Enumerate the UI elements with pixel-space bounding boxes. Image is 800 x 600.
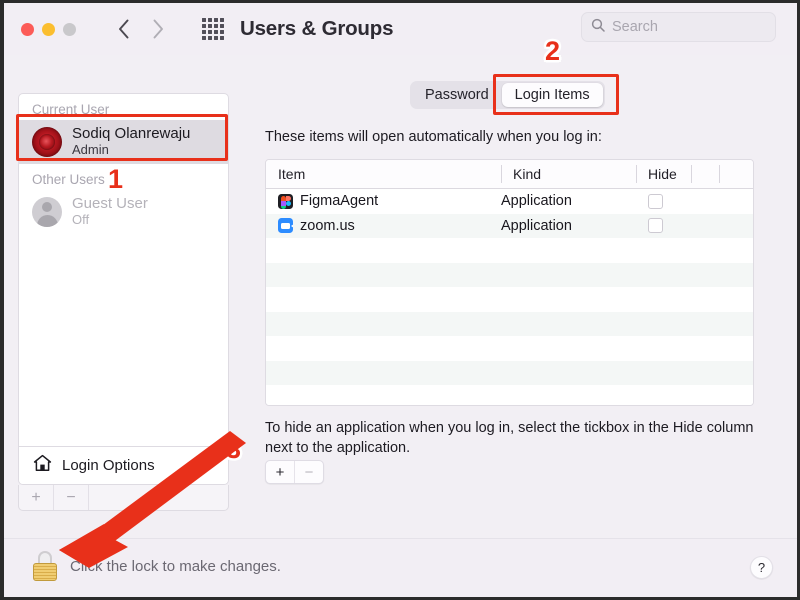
user-name: Guest User [72, 195, 148, 213]
login-item-add-remove-buttons: + − [265, 460, 324, 484]
column-divider [636, 165, 637, 183]
help-button[interactable]: ? [750, 556, 773, 579]
cell-kind: Application [501, 217, 572, 234]
user-role: Admin [72, 142, 109, 158]
traffic-light-buttons [21, 22, 76, 36]
login-items-description: These items will open automatically when… [265, 129, 602, 145]
table-row[interactable]: FigmaAgent Application [266, 189, 753, 214]
column-header-hide[interactable]: Hide [636, 160, 691, 188]
column-divider [691, 165, 692, 183]
closed-padlock-icon[interactable] [32, 551, 58, 581]
table-row-empty [266, 360, 753, 385]
annotation-number-2: 2 [545, 36, 561, 66]
figma-app-icon [278, 193, 293, 209]
search-placeholder: Search [612, 19, 658, 35]
table-row-empty [266, 385, 753, 405]
column-divider [719, 165, 720, 183]
user-text-block: Sodiq Olanrewaju Admin [72, 125, 190, 158]
hide-checkbox[interactable] [648, 193, 663, 209]
user-name: Sodiq Olanrewaju [72, 125, 191, 142]
maximize-button[interactable] [63, 22, 76, 36]
navigation-arrows [118, 19, 164, 39]
hide-column-hint: To hide an application when you log in, … [265, 420, 754, 456]
show-all-grid-icon[interactable] [202, 18, 224, 40]
users-sidebar: Current User Sodiq Olanrewaju Admin Othe… [18, 93, 229, 485]
tab-login-items[interactable]: Login Items [501, 83, 603, 107]
tab-password[interactable]: Password [412, 83, 502, 107]
table-row-empty [266, 336, 753, 361]
remove-user-button[interactable]: − [54, 485, 89, 510]
search-icon [591, 18, 605, 37]
avatar [32, 126, 62, 157]
avatar [32, 196, 62, 227]
user-role: Off [72, 212, 90, 228]
column-header-spacer-2 [719, 160, 753, 188]
add-login-item-button[interactable]: + [266, 461, 294, 483]
remove-login-item-button[interactable]: − [294, 461, 323, 483]
search-input[interactable]: Search [581, 12, 776, 42]
add-user-button[interactable]: + [19, 485, 54, 510]
table-row-empty [266, 238, 753, 263]
lock-control[interactable]: Click the lock to make changes. [32, 551, 281, 581]
zoom-app-icon [278, 218, 293, 234]
column-header-item[interactable]: Item [266, 160, 501, 188]
cell-item: FigmaAgent [266, 189, 501, 214]
sidebar-add-remove-buttons: + − [18, 485, 229, 511]
forward-chevron-icon[interactable] [152, 19, 164, 39]
lock-label: Click the lock to make changes. [70, 557, 281, 575]
user-text-block: Guest User Off [72, 195, 148, 228]
login-items-table: Item Kind Hide FigmaAgent Application zo… [265, 159, 754, 406]
cell-hide [636, 189, 691, 214]
login-options-label: Login Options [62, 457, 155, 474]
item-name: FigmaAgent [300, 193, 379, 210]
cell-item: zoom.us [266, 214, 501, 239]
tab-bar: Password Login Items [410, 81, 605, 109]
sidebar-group-label-other-users: Other Users [32, 172, 105, 188]
home-icon [33, 454, 52, 477]
table-row[interactable]: zoom.us Application [266, 213, 753, 239]
sidebar-item-guest-user[interactable]: Guest User Off [19, 190, 228, 234]
window-frame-edge [0, 0, 800, 3]
back-chevron-icon[interactable] [118, 19, 130, 39]
close-button[interactable] [21, 22, 34, 36]
cell-hide [636, 214, 691, 239]
minimize-button[interactable] [42, 22, 55, 36]
sidebar-item-current-user[interactable]: Sodiq Olanrewaju Admin [19, 120, 228, 165]
table-row-empty [266, 311, 753, 336]
item-name: zoom.us [300, 217, 355, 234]
table-row-empty [266, 287, 753, 312]
column-header-spacer-1 [691, 160, 719, 188]
annotation-number-1: 1 [108, 164, 124, 194]
page-title: Users & Groups [240, 17, 394, 40]
window-bottom-bar: Click the lock to make changes. ? [4, 538, 797, 597]
table-header-row: Item Kind Hide [266, 160, 753, 189]
annotation-number-3: 3 [226, 434, 242, 464]
hide-checkbox[interactable] [648, 218, 663, 234]
table-row-empty [266, 262, 753, 287]
system-preferences-window: Users & Groups Search Current User Sodiq… [0, 0, 800, 600]
sidebar-item-login-options[interactable]: Login Options [19, 446, 228, 484]
window-frame-edge [0, 0, 4, 600]
cell-kind: Application [501, 193, 572, 210]
column-divider [501, 165, 502, 183]
sidebar-group-label-current-user: Current User [32, 102, 110, 117]
column-header-kind[interactable]: Kind [501, 160, 636, 188]
